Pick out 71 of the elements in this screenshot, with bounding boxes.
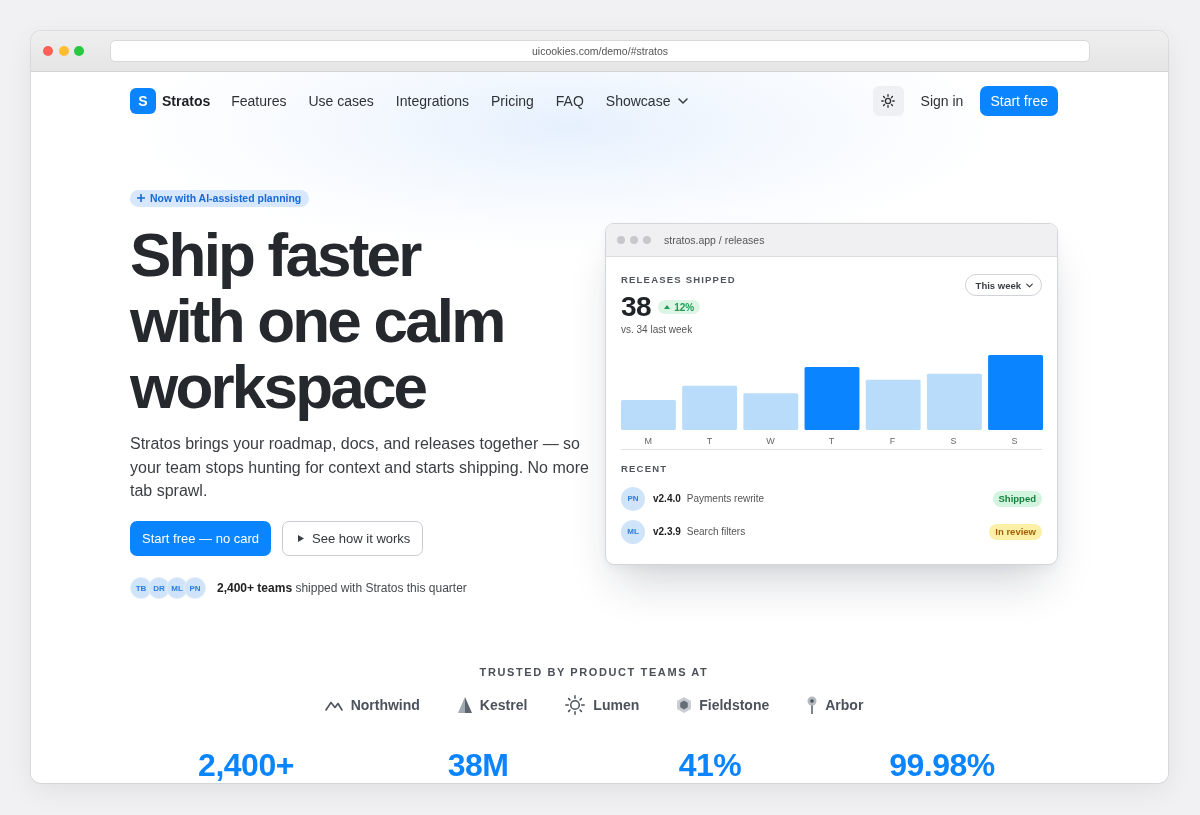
status-tag: In review	[989, 523, 1042, 540]
announcement-link[interactable]: Now with AI-assisted planning	[130, 189, 310, 207]
window-dot-icon	[617, 236, 625, 244]
section-heading: RECENT	[621, 462, 669, 475]
day-label: F	[889, 436, 896, 447]
comparison-text: vs. 34 last week	[621, 323, 694, 336]
window-dot-icon	[630, 236, 638, 244]
nav-link[interactable]: Use cases	[308, 93, 374, 109]
day-label: T	[828, 436, 835, 447]
avatar: TB	[130, 577, 152, 599]
company-name: Northwind	[350, 697, 420, 713]
day-label: S	[950, 436, 957, 447]
triangle-up-icon	[664, 305, 671, 309]
plus-icon	[137, 194, 145, 202]
brand-link[interactable]: Stratos	[162, 93, 211, 109]
nav-link[interactable]: Features	[231, 93, 287, 109]
day-label: T	[706, 436, 713, 447]
company-name: Fieldstone	[699, 697, 770, 713]
nav-link[interactable]: Integrations	[395, 93, 469, 109]
nav-link[interactable]: Pricing	[491, 93, 534, 109]
version-label: v2.4.0	[653, 493, 681, 504]
hexagon-icon	[677, 697, 692, 713]
period-dropdown[interactable]: This week	[964, 274, 1042, 296]
avatar: DR	[148, 577, 170, 599]
mountain-peaks-icon	[324, 699, 343, 711]
avatar: PN	[184, 577, 206, 599]
release-title: Search filters	[686, 526, 746, 537]
change-text: 12%	[674, 301, 695, 313]
sun-icon	[881, 94, 896, 108]
address-bar[interactable]: uicookies.com/demo/#stratos	[110, 40, 1090, 62]
pin-icon	[807, 696, 818, 714]
avatar: ML	[621, 519, 645, 544]
start-trial-button[interactable]: Start free — no card	[130, 521, 272, 556]
preview-url: stratos.app / releases	[664, 234, 765, 246]
nav-dropdown[interactable]: Showcase	[605, 93, 689, 109]
day-label: M	[644, 436, 653, 447]
metric-value: 38	[621, 292, 652, 322]
day-label: S	[1011, 436, 1018, 447]
sun-icon	[565, 695, 586, 715]
window-zoom-icon[interactable]	[74, 46, 84, 56]
window-minimize-icon[interactable]	[58, 46, 69, 56]
play-icon	[298, 535, 305, 542]
trusted-heading: TRUSTED BY PRODUCT TEAMS AT	[478, 665, 710, 679]
logo-mark[interactable]: S	[130, 88, 156, 114]
hero-headline: Ship faster with one calm workspace	[130, 222, 505, 420]
stat-value: 99.98%	[889, 749, 995, 782]
company-name: Kestrel	[479, 697, 528, 713]
nav-link[interactable]: FAQ	[555, 93, 584, 109]
avatar: ML	[166, 577, 188, 599]
status-tag: Shipped	[992, 490, 1042, 507]
version-label: v2.3.9	[653, 526, 681, 537]
metric-label: RELEASES SHIPPED	[621, 273, 736, 286]
chevron-down-icon	[678, 98, 689, 104]
chevron-down-icon	[1026, 282, 1033, 288]
company-name: Lumen	[593, 697, 640, 713]
company-name: Arbor	[825, 697, 864, 713]
stat-value: 41%	[678, 749, 742, 782]
day-label: W	[766, 436, 775, 447]
demo-button[interactable]: See how it works	[282, 521, 424, 556]
window-close-icon[interactable]	[43, 46, 53, 56]
release-title: Payments rewrite	[686, 493, 765, 504]
stat-value: 2,400+	[198, 749, 294, 782]
window-dot-icon	[643, 236, 651, 244]
stat-value: 38M	[447, 749, 509, 782]
avatar: PN	[621, 486, 645, 511]
sign-in-link[interactable]: Sign in	[920, 93, 964, 109]
theme-toggle-button[interactable]	[872, 86, 904, 116]
social-proof-text: 2,400+ teams shipped with Stratos this quarter	[217, 581, 467, 595]
start-free-button[interactable]: Start free	[980, 86, 1058, 116]
triangle-icon	[457, 697, 472, 713]
hero-description: Stratos brings your roadmap, docs, and releases together — so your team stops hunting for context and starts shipping. No more tab sprawl.	[130, 434, 590, 501]
